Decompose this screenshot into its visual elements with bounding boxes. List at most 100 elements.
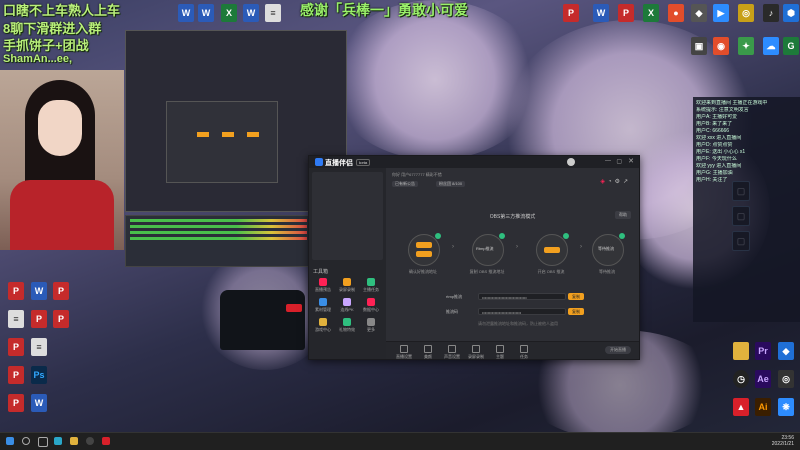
after-effects-icon[interactable]: Ae [752, 368, 774, 390]
app-icon[interactable]: ▲ [730, 396, 752, 418]
clock-app-icon[interactable]: ◷ [730, 368, 752, 390]
tool-label: 主播任务 [363, 287, 379, 292]
pdf-icon[interactable]: P [5, 280, 27, 302]
side-tool-item[interactable]: 直播预告 [313, 278, 333, 293]
toolbar-item[interactable]: 录屏录制 [466, 345, 486, 360]
photoshop-icon[interactable]: Ps [28, 364, 50, 386]
start-live-button[interactable]: 开始直播 [605, 346, 631, 354]
step-3-circle [536, 233, 569, 266]
stream-url-field[interactable]: •••••••••••••••••••••••••••••••• [478, 293, 566, 300]
audio-level-bar [130, 231, 307, 234]
app-icon[interactable]: ● [665, 2, 687, 24]
audio-level-bar [130, 237, 307, 240]
app-icon[interactable]: ▣ [688, 35, 710, 57]
word-icon[interactable]: W [195, 2, 217, 24]
search-icon[interactable] [22, 437, 30, 445]
app-icon[interactable]: ◆ [775, 340, 797, 362]
word-icon[interactable]: W [28, 392, 50, 414]
system-clock: 23:56 2022/1/21 [772, 435, 794, 447]
file-icon[interactable]: ≡ [28, 336, 50, 358]
close-icon[interactable]: ✕ [628, 157, 634, 165]
app-icon[interactable]: G [780, 35, 800, 57]
pdf-icon[interactable]: P [615, 2, 637, 24]
word-icon[interactable]: W [240, 2, 262, 24]
check-icon [435, 233, 441, 239]
excel-icon[interactable]: X [640, 2, 662, 24]
step-4-sub: 等待推流 [598, 246, 614, 251]
zoom-icon[interactable]: ▶ [710, 2, 732, 24]
bell-icon[interactable]: ◔ [608, 179, 615, 185]
app-icon[interactable]: ◆ [688, 2, 710, 24]
toolbar-item-icon [496, 345, 504, 353]
car-taillight [286, 304, 302, 312]
word-icon[interactable]: X [218, 2, 240, 24]
beta-badge: beta [356, 159, 371, 166]
minimize-icon[interactable]: — [605, 158, 611, 164]
file-icon[interactable]: ≡ [5, 308, 27, 330]
chat-message: 用户D: 点赞点赞 [696, 142, 733, 148]
side-tool-item[interactable]: 礼物特效 [337, 318, 357, 333]
windows-start-icon[interactable] [6, 437, 14, 445]
folder-icon[interactable] [730, 340, 752, 362]
toolbar-item[interactable]: 任务 [514, 345, 534, 360]
side-tool-item[interactable]: 素材管理 [313, 298, 333, 313]
copy-key-button[interactable]: 复制 [568, 308, 584, 315]
app-icon[interactable]: ❋ [775, 396, 797, 418]
premiere-icon[interactable]: Pr [752, 340, 774, 362]
toolbar-item[interactable]: 美颜 [418, 345, 438, 360]
app-icon[interactable]: ⬢ [780, 2, 800, 24]
word-icon[interactable]: W [28, 280, 50, 302]
pdf-icon[interactable]: P [50, 308, 72, 330]
step-1-label: 确认好推流地址 [409, 269, 437, 274]
illustrator-icon[interactable]: Ai [752, 396, 774, 418]
gift-icon[interactable]: ◈ [600, 179, 608, 185]
pdf-icon[interactable]: P [5, 336, 27, 358]
app-icon[interactable]: ◎ [735, 2, 757, 24]
maximize-icon[interactable]: ▢ [616, 158, 622, 165]
side-tool-item[interactable]: 连线PK [337, 298, 357, 313]
edge-icon[interactable] [54, 437, 62, 445]
toolbar-item-icon [400, 345, 408, 353]
app-icon[interactable]: ♪ [760, 2, 782, 24]
task-view-icon[interactable] [38, 437, 48, 447]
tag-fans[interactable]: 粉丝团 8/100 [436, 181, 466, 187]
side-tool-item[interactable]: 录屏录制 [337, 278, 357, 293]
tool-icon [319, 318, 327, 326]
toolbar-item[interactable]: 主题 [490, 345, 510, 360]
live-chat-panel: 欢迎来到直播间 主播正在游戏中 系统提示: 注意文明发言 用户A: 主播好可爱 用户B… [693, 97, 800, 322]
file-explorer-icon[interactable] [70, 437, 78, 445]
app-icon[interactable]: ☁ [760, 35, 782, 57]
word-icon[interactable]: W [175, 2, 197, 24]
toolbar-item[interactable]: 声音设置 [442, 345, 462, 360]
stream-key-field[interactable]: •••••••••••••••••••••••••••• [478, 308, 566, 315]
file-icon[interactable]: ≡ [262, 2, 284, 24]
app-icon[interactable]: ◎ [775, 368, 797, 390]
overlay-text-line5: ShamAn...ee, [3, 53, 73, 65]
tool-label: 素材管理 [315, 307, 331, 312]
app-icon[interactable]: ◉ [710, 35, 732, 57]
settings-icon[interactable]: ⚙ [615, 179, 623, 185]
app-icon[interactable]: ✦ [735, 35, 757, 57]
side-tool-item[interactable]: 游戏中心 [313, 318, 333, 333]
chat-message: 系统提示: 注意文明发言 [696, 107, 749, 113]
pdf-icon[interactable]: P [50, 280, 72, 302]
tag-active[interactable]: 已有新公告 [392, 181, 418, 187]
avatar[interactable] [567, 158, 575, 166]
toolbar-item-icon [424, 345, 432, 353]
pdf-icon[interactable]: P [560, 2, 582, 24]
pdf-icon[interactable]: P [5, 392, 27, 414]
share-icon[interactable]: ↗ [623, 179, 631, 185]
step-3-label: 开启 OBS 推流 [537, 269, 565, 274]
side-tool-item[interactable]: 数据中心 [361, 298, 381, 313]
pdf-icon[interactable]: P [28, 308, 50, 330]
pdf-icon[interactable]: P [5, 364, 27, 386]
help-button[interactable]: 帮助 [615, 211, 631, 219]
obs-icon[interactable] [86, 437, 94, 445]
word-icon[interactable]: W [590, 2, 612, 24]
toolbar-item-label: 直播设置 [396, 354, 412, 359]
copy-url-button[interactable]: 复制 [568, 293, 584, 300]
toolbar-item[interactable]: 直播设置 [394, 345, 414, 360]
app-icon[interactable] [102, 437, 110, 445]
side-tool-item[interactable]: 主播任务 [361, 278, 381, 293]
side-tool-item[interactable]: 更多 [361, 318, 381, 333]
